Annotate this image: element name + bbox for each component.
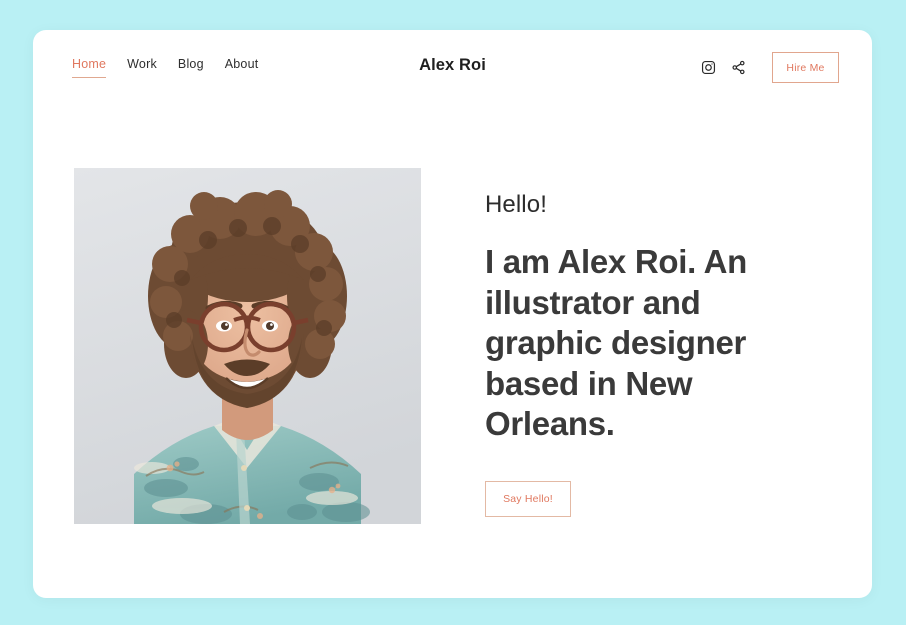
portrait-photo — [74, 168, 421, 524]
hero-greeting: Hello! — [485, 191, 547, 218]
nav-item-about[interactable]: About — [225, 56, 259, 78]
nav-item-blog[interactable]: Blog — [178, 56, 204, 78]
site-header: Home Work Blog About Alex Roi Hire Me — [33, 30, 872, 100]
say-hello-button[interactable]: Say Hello! — [485, 480, 571, 517]
header-actions: Hire Me — [700, 52, 839, 83]
hero-text: Hello! I am Alex Roi. An illustrator and… — [485, 168, 805, 517]
nav-item-home[interactable]: Home — [72, 56, 107, 78]
hero-section: Hello! I am Alex Roi. An illustrator and… — [33, 168, 872, 524]
main-navigation: Home Work Blog About — [72, 56, 258, 78]
share-icon[interactable] — [730, 59, 747, 76]
hire-me-button[interactable]: Hire Me — [772, 52, 839, 83]
nav-item-work[interactable]: Work — [127, 56, 157, 78]
instagram-icon[interactable] — [700, 59, 717, 76]
portrait-illustration — [74, 168, 421, 524]
hero-headline: I am Alex Roi. An illustrator and graphi… — [485, 243, 748, 443]
page-card: Home Work Blog About Alex Roi Hire Me He… — [33, 30, 872, 598]
